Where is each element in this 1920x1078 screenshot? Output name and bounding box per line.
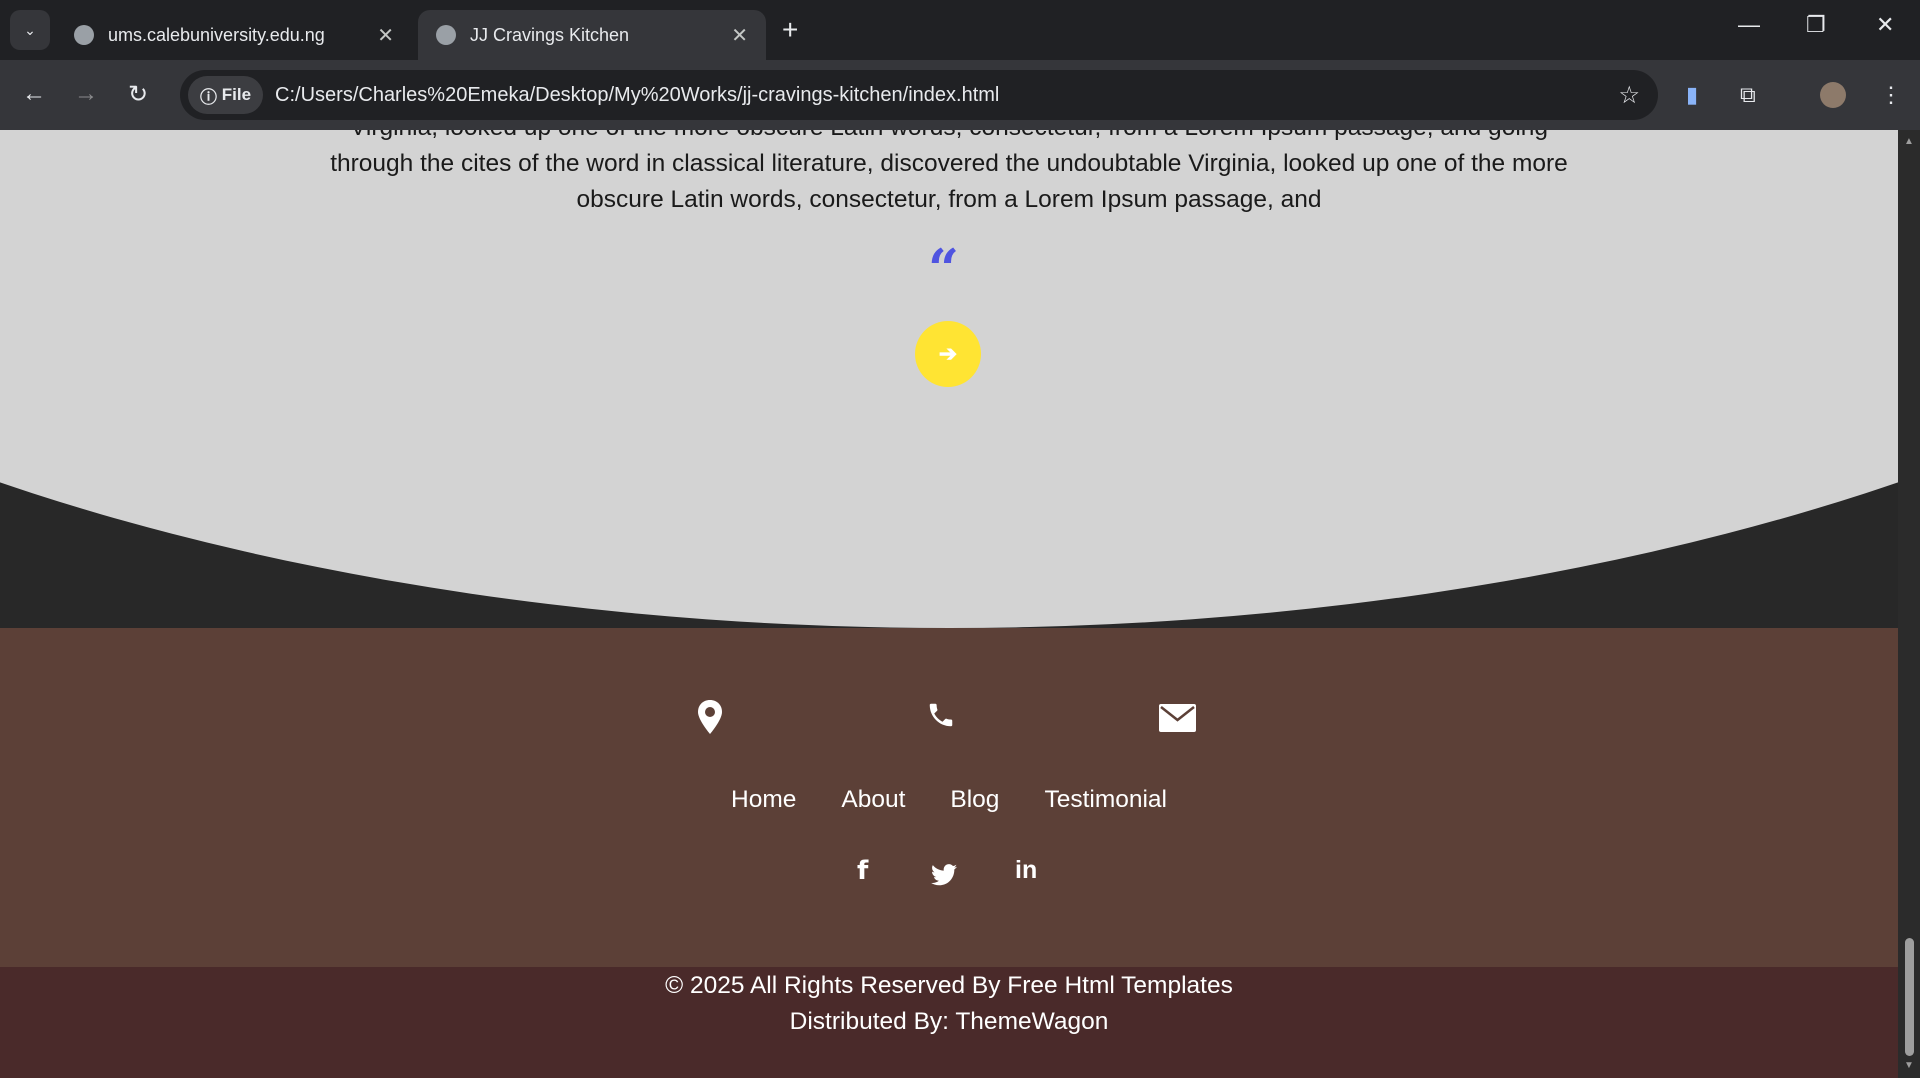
- map-marker-icon[interactable]: [698, 700, 722, 734]
- tab-search-button[interactable]: ⌄: [10, 10, 50, 50]
- scroll-up-icon[interactable]: ▲: [1904, 136, 1914, 147]
- tab-title: ums.calebuniversity.edu.ng: [108, 24, 325, 45]
- tab-ums[interactable]: ums.calebuniversity.edu.ng ✕: [56, 10, 412, 60]
- quote-left-icon: “: [928, 237, 960, 301]
- minimize-button[interactable]: —: [1738, 12, 1760, 38]
- testimonial-line: Virginia, looked up one of the more obsc…: [255, 130, 1643, 146]
- back-button[interactable]: ←: [22, 80, 46, 108]
- forward-button[interactable]: →: [74, 80, 98, 108]
- menu-icon[interactable]: ⋮: [1880, 82, 1902, 108]
- url-text[interactable]: C:/Users/Charles%20Emeka/Desktop/My%20Wo…: [275, 84, 999, 107]
- tab-title: JJ Cravings Kitchen: [470, 24, 630, 45]
- testimonial-line: through the cites of the word in classic…: [330, 150, 1568, 177]
- browser-toolbar: ← → ↻ ⓘ File C:/Users/Charles%20Emeka/De…: [0, 60, 1920, 130]
- new-tab-button[interactable]: +: [782, 14, 798, 46]
- phone-icon[interactable]: [926, 700, 956, 730]
- file-chip-label: File: [221, 85, 252, 104]
- footer: Home About Blog Testimonial f in: [0, 628, 1898, 967]
- site-info-button[interactable]: ⓘ File: [188, 76, 264, 114]
- close-tab-icon[interactable]: ✕: [377, 23, 394, 48]
- distributed-by-text: Distributed By: ThemeWagon: [789, 1008, 1109, 1035]
- copyright-bar: © 2025 All Rights Reserved By Free Html …: [0, 967, 1898, 1078]
- footer-link-testimonial[interactable]: Testimonial: [1044, 786, 1167, 814]
- page-content: Virginia, looked up one of the more obsc…: [0, 130, 1898, 1078]
- footer-link-home[interactable]: Home: [731, 786, 796, 814]
- close-tab-icon[interactable]: ✕: [731, 23, 748, 48]
- bookmark-star-icon[interactable]: ☆: [1618, 81, 1640, 110]
- arrow-right-icon: ➔: [938, 341, 958, 366]
- info-icon: ⓘ: [200, 87, 222, 107]
- restore-button[interactable]: ❐: [1806, 12, 1826, 38]
- envelope-icon[interactable]: [1159, 704, 1196, 732]
- facebook-icon[interactable]: f: [857, 856, 868, 886]
- globe-icon: [74, 25, 94, 45]
- testimonial-text: Virginia, looked up one of the more obsc…: [255, 130, 1643, 218]
- address-bar[interactable]: ⓘ File C:/Users/Charles%20Emeka/Desktop/…: [180, 70, 1658, 120]
- globe-icon: [436, 25, 456, 45]
- copyright-text: © 2025 All Rights Reserved By Free Html …: [665, 972, 1233, 999]
- close-window-button[interactable]: ✕: [1876, 12, 1894, 38]
- reload-button[interactable]: ↻: [128, 80, 148, 109]
- twitter-icon[interactable]: [931, 864, 957, 886]
- scrollbar-thumb[interactable]: [1905, 938, 1914, 1056]
- testimonial-line: obscure Latin words, consectetur, from a…: [576, 186, 1322, 213]
- next-testimonial-button[interactable]: ➔: [915, 321, 981, 387]
- footer-link-about[interactable]: About: [841, 786, 905, 814]
- footer-nav: Home About Blog Testimonial: [0, 786, 1898, 814]
- scroll-down-icon[interactable]: ▼: [1904, 1060, 1914, 1071]
- extensions-icon[interactable]: ⧉: [1740, 82, 1756, 108]
- reading-list-icon[interactable]: ▮: [1686, 82, 1698, 108]
- profile-avatar[interactable]: [1820, 82, 1846, 108]
- linkedin-icon[interactable]: in: [1015, 856, 1037, 885]
- vertical-scrollbar[interactable]: ▲ ▼: [1898, 130, 1920, 1078]
- tab-strip: ⌄ ums.calebuniversity.edu.ng ✕ JJ Cravin…: [0, 0, 1920, 60]
- tab-jj-cravings[interactable]: JJ Cravings Kitchen ✕: [418, 10, 766, 60]
- footer-link-blog[interactable]: Blog: [950, 786, 999, 814]
